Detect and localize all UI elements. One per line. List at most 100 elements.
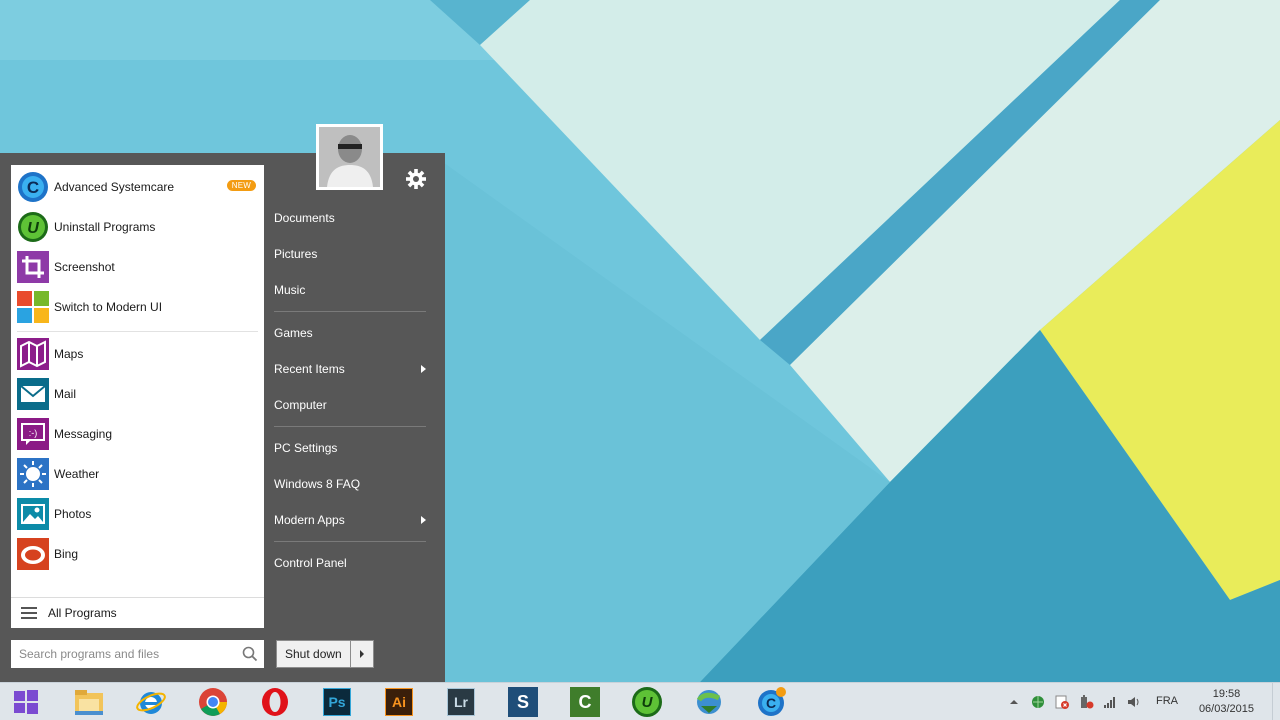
right-item-pictures[interactable]: Pictures [274,242,434,266]
taskbar-opera[interactable] [249,684,301,720]
download-manager-icon [696,690,721,714]
right-item-label: Games [274,326,313,340]
show-hidden-icons-icon[interactable] [1008,696,1020,708]
taskbar-illustrator[interactable]: Ai [373,684,425,720]
language-indicator[interactable]: FRA [1156,695,1178,707]
clock-date: 06/03/2015 [1198,703,1254,715]
right-item-music[interactable]: Music [274,278,434,302]
shutdown-options-button[interactable] [351,641,373,667]
windows-tiles-icon [17,291,49,323]
program-bing[interactable]: Bing [11,534,264,574]
taskbar: Ps Ai Lr S C U C FRA 19:58 06/03/2015 [0,682,1280,720]
program-label: Screenshot [54,260,115,274]
program-label: Switch to Modern UI [54,300,163,314]
messaging-icon: :-) [17,418,49,450]
chrome-icon [199,688,227,716]
right-item-label: Modern Apps [274,513,345,527]
all-programs-button[interactable]: All Programs [11,597,264,628]
taskbar-lightroom[interactable]: Lr [435,684,487,720]
taskbar-iobit-uninstaller[interactable]: U [621,684,673,720]
separator [17,331,258,332]
program-advanced-systemcare[interactable]: C Advanced Systemcare NEW [11,167,264,207]
security-alert-icon[interactable] [1054,694,1070,710]
photoshop-icon: Ps [323,688,351,716]
program-messaging[interactable]: :-) Messaging [11,414,264,454]
right-item-documents[interactable]: Documents [274,206,434,230]
right-item-recent-items[interactable]: Recent Items [274,357,434,381]
taskbar-internet-explorer[interactable] [125,684,177,720]
program-label: Bing [54,547,79,561]
clock-time: 19:58 [1212,688,1241,700]
svg-text::-): :-) [29,428,38,438]
clock[interactable]: 19:58 06/03/2015 [1199,687,1254,717]
pinned-programs-panel: C Advanced Systemcare NEW U Uninstall Pr… [11,165,264,628]
start-icon [14,690,38,714]
program-photos[interactable]: Photos [11,494,264,534]
mail-icon [17,378,49,410]
right-item-label: Pictures [274,247,318,261]
user-avatar[interactable] [316,124,383,190]
right-item-label: PC Settings [274,441,338,455]
bing-icon [17,538,49,570]
separator [274,426,426,427]
program-switch-modern-ui[interactable]: Switch to Modern UI [11,287,264,327]
right-item-computer[interactable]: Computer [274,393,434,417]
chevron-right-icon [359,650,364,658]
right-item-modern-apps[interactable]: Modern Apps [274,508,434,532]
hamburger-icon [21,607,37,619]
svg-text:C: C [27,178,39,197]
taskbar-snagit[interactable]: S [497,684,549,720]
svg-text:U: U [27,220,39,237]
taskbar-photoshop[interactable]: Ps [311,684,363,720]
internet-explorer-icon [136,692,166,714]
opera-icon [262,688,288,716]
start-button[interactable] [0,684,52,720]
right-item-label: Recent Items [274,362,345,376]
network-globe-icon[interactable] [1030,694,1046,710]
signal-icon[interactable] [1102,694,1118,710]
search-icon[interactable] [242,646,258,665]
program-label: Mail [54,387,77,401]
separator [274,311,426,312]
program-screenshot[interactable]: Screenshot [11,247,264,287]
right-item-windows-8-faq[interactable]: Windows 8 FAQ [274,472,434,496]
photos-icon [17,498,49,530]
program-label: Maps [54,347,84,361]
program-mail[interactable]: Mail [11,374,264,414]
separator [274,541,426,542]
start-menu: C Advanced Systemcare NEW U Uninstall Pr… [0,153,445,682]
new-badge: NEW [226,180,256,191]
right-item-pc-settings[interactable]: PC Settings [274,436,434,460]
iobit-uninstaller-icon: U [17,211,49,243]
taskbar-download-manager[interactable] [683,684,735,720]
settings-gear-icon[interactable] [405,168,427,193]
taskbar-file-explorer[interactable] [63,684,115,720]
taskbar-advanced-systemcare[interactable]: C [745,684,797,720]
submenu-arrow-icon [421,365,426,373]
search-box [11,640,264,668]
program-uninstall-programs[interactable]: U Uninstall Programs [11,207,264,247]
maps-icon [17,338,49,370]
all-programs-label: All Programs [48,606,117,620]
shutdown-button[interactable]: Shut down [277,641,351,667]
taskbar-camtasia[interactable]: C [559,684,611,720]
program-label: Weather [54,467,100,481]
submenu-arrow-icon [421,516,426,524]
program-label: Photos [54,507,92,521]
volume-icon[interactable] [1126,694,1142,710]
taskbar-chrome[interactable] [187,684,239,720]
program-maps[interactable]: Maps [11,334,264,374]
power-icon[interactable] [1078,694,1094,710]
crop-icon [17,251,49,283]
snagit-icon: S [508,687,538,717]
program-weather[interactable]: Weather [11,454,264,494]
right-item-label: Computer [274,398,327,412]
shutdown-control: Shut down [276,640,374,668]
right-item-control-panel[interactable]: Control Panel [274,551,434,575]
weather-icon [17,458,49,490]
right-item-label: Control Panel [274,556,347,570]
show-desktop-button[interactable] [1272,683,1280,720]
file-explorer-icon [75,690,103,715]
search-input[interactable] [19,647,234,661]
right-item-games[interactable]: Games [274,321,434,345]
